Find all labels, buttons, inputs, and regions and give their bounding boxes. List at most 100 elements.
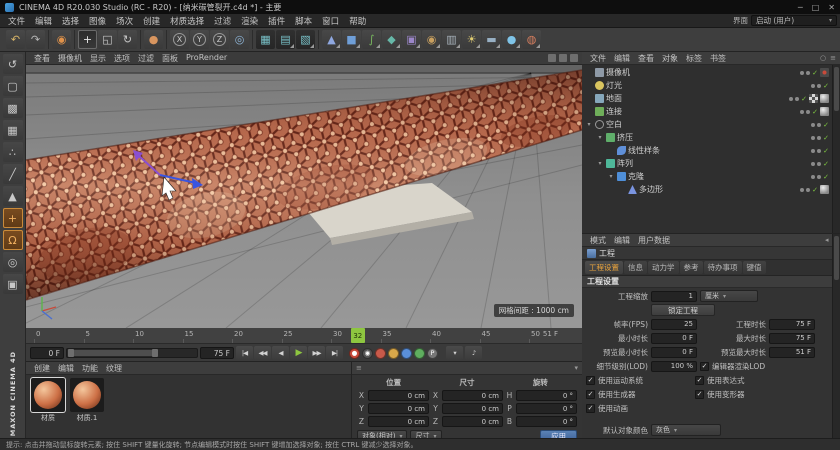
material-button[interactable]: ◍ (522, 30, 541, 49)
tab-键值[interactable]: 键值 (743, 261, 766, 274)
attr-checkbox[interactable]: ✓ (586, 390, 595, 399)
enable-check-icon[interactable]: ✓ (823, 82, 829, 90)
points-mode-button[interactable]: ∴ (3, 142, 23, 162)
model-mode-button[interactable]: ▢ (3, 76, 23, 96)
om-menu-0[interactable]: 文件 (586, 53, 610, 64)
object-row-线性样条[interactable]: 线性样条✓ (582, 144, 840, 157)
viewport-maximize-icon[interactable] (559, 54, 567, 62)
om-menu-4[interactable]: 标签 (682, 53, 706, 64)
apply-button[interactable]: 应用 (540, 430, 577, 438)
sky-button[interactable]: ● (502, 30, 521, 49)
timeline-ruler[interactable]: 0510152025303540455051 F32 (26, 328, 582, 344)
enable-check-icon[interactable]: ✓ (812, 69, 818, 77)
attr-checkbox[interactable]: ✓ (586, 376, 595, 385)
object-row-克隆[interactable]: ▾克隆✓ (582, 170, 840, 183)
object-row-多边形[interactable]: 多边形✓ (582, 183, 840, 196)
enable-check-icon[interactable]: ✓ (823, 121, 829, 129)
prev-frame-button[interactable]: ◀ (272, 346, 289, 360)
move-tool[interactable]: + (78, 30, 97, 49)
timeline-playhead[interactable]: 32 (351, 328, 365, 343)
attr-field[interactable]: 75 F (769, 319, 815, 330)
enable-check-icon[interactable]: ✓ (823, 173, 829, 181)
position-x-field[interactable]: 0 cm (368, 390, 429, 401)
size-y-field[interactable]: 0 cm (442, 403, 503, 414)
menu-item-6[interactable]: 材质选择 (165, 15, 209, 27)
viewport-menu-2[interactable]: 显示 (86, 53, 110, 64)
range-end-field[interactable]: 75 F (200, 347, 234, 359)
om-search-icon[interactable]: ○ (820, 54, 826, 62)
next-frame-button[interactable]: ▶▶ (308, 346, 325, 360)
polygons-mode-button[interactable]: ▲ (3, 186, 23, 206)
camera-button[interactable]: ▥ (442, 30, 461, 49)
record-pla-toggle[interactable]: P (427, 348, 438, 359)
project-scale-unit-dropdown[interactable]: 厘米 (700, 290, 758, 302)
tab-信息[interactable]: 信息 (624, 261, 647, 274)
menu-item-11[interactable]: 窗口 (317, 15, 344, 27)
attribute-scrollbar[interactable] (832, 234, 840, 438)
render-visibility-dot[interactable] (817, 136, 821, 140)
viewport-menu-3[interactable]: 选项 (110, 53, 134, 64)
record-rotation-toggle[interactable] (401, 348, 412, 359)
rotation-p-field[interactable]: 0 ° (516, 403, 577, 414)
texture-tag-icon[interactable] (809, 94, 818, 103)
attr-field[interactable]: 25 (651, 319, 697, 330)
light-button[interactable]: ☀ (462, 30, 481, 49)
object-manager-scrollbar[interactable] (832, 65, 840, 233)
size-z-field[interactable]: 0 cm (442, 416, 503, 427)
render-settings-button[interactable]: ▧ (296, 30, 315, 49)
om-menu-3[interactable]: 对象 (658, 53, 682, 64)
sound-toggle-button[interactable]: ♪ (465, 346, 482, 360)
simulate-button[interactable]: ◉ (422, 30, 441, 49)
editor-visibility-dot[interactable] (811, 175, 815, 179)
hamburger-icon[interactable]: ≡ (356, 364, 362, 372)
playback-mode-button[interactable]: ▾ (446, 346, 463, 360)
size-mode-dropdown[interactable]: 尺寸 (410, 430, 441, 438)
expand-toggle[interactable]: ▾ (607, 173, 615, 180)
enable-check-icon[interactable]: ✓ (812, 108, 818, 116)
attr-checkbox[interactable]: ✓ (695, 376, 704, 385)
maximize-button[interactable]: □ (812, 3, 820, 12)
y-axis-lock[interactable]: Y (190, 30, 209, 49)
enable-check-icon[interactable]: ✓ (801, 95, 807, 103)
enable-check-icon[interactable]: ✓ (823, 147, 829, 155)
lock-workplane-button[interactable]: ▣ (3, 274, 23, 294)
phong-tag-icon[interactable] (820, 185, 829, 194)
editor-visibility-dot[interactable] (811, 136, 815, 140)
om-menu-5[interactable]: 书签 (706, 53, 730, 64)
mograph-button[interactable]: ◆ (382, 30, 401, 49)
viewport[interactable]: 查看摄像机显示选项过滤面板ProRender (26, 52, 582, 328)
default-color-dropdown[interactable]: 灰色 (651, 424, 721, 436)
rotation-h-field[interactable]: 0 ° (516, 390, 577, 401)
editor-visibility-dot[interactable] (811, 162, 815, 166)
range-start-field[interactable]: 0 F (30, 347, 64, 359)
last-used-tool[interactable]: ● (144, 30, 163, 49)
undo-button[interactable]: ↶ (6, 30, 25, 49)
editor-visibility-dot[interactable] (800, 188, 804, 192)
viewport-menu-4[interactable]: 过滤 (134, 53, 158, 64)
menu-item-2[interactable]: 选择 (57, 15, 84, 27)
play-button[interactable]: ▶ (290, 346, 307, 360)
editor-visibility-dot[interactable] (800, 110, 804, 114)
menu-item-1[interactable]: 编辑 (30, 15, 57, 27)
attr-menu-2[interactable]: 用户数据 (634, 235, 674, 246)
om-menu-1[interactable]: 编辑 (610, 53, 634, 64)
coordinate-system[interactable]: ◎ (230, 30, 249, 49)
editor-visibility-dot[interactable] (811, 123, 815, 127)
menu-item-0[interactable]: 文件 (3, 15, 30, 27)
edges-mode-button[interactable]: ╱ (3, 164, 23, 184)
rotate-tool[interactable]: ↻ (118, 30, 137, 49)
viewport-menu-5[interactable]: 面板 (158, 53, 182, 64)
attr-field[interactable]: 0 F (651, 333, 697, 344)
attr-checkbox[interactable]: ✓ (700, 362, 709, 371)
minimize-button[interactable]: ─ (798, 3, 803, 12)
render-visibility-dot[interactable] (795, 97, 799, 101)
menu-item-5[interactable]: 创建 (138, 15, 165, 27)
record-scale-toggle[interactable] (388, 348, 399, 359)
subdivision-surface-button[interactable]: ▲ (322, 30, 341, 49)
cube-primitive-button[interactable]: ■ (342, 30, 361, 49)
scale-tool[interactable]: ◱ (98, 30, 117, 49)
material-menu-3[interactable]: 纹理 (102, 363, 126, 374)
attr-checkbox[interactable]: ✓ (695, 390, 704, 399)
expand-toggle[interactable]: ▾ (596, 160, 604, 167)
render-visibility-dot[interactable] (817, 149, 821, 153)
